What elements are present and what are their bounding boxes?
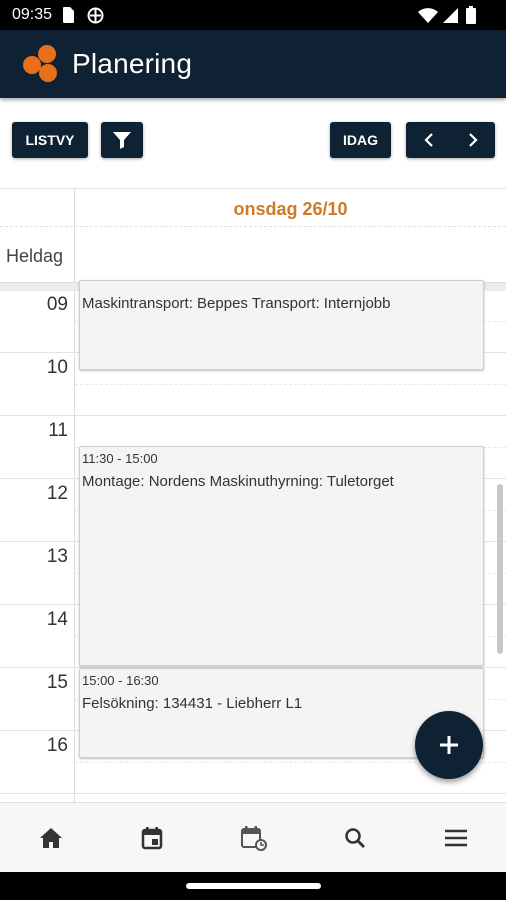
date-nav-group: [406, 122, 495, 158]
hour-label: 14: [46, 609, 68, 630]
app-bar: Planering: [0, 30, 506, 98]
hour-line: [0, 415, 506, 416]
day-header-row: onsdag 26/10: [0, 188, 506, 227]
event-title: Montage: Nordens Maskinuthyrning: Tuleto…: [82, 473, 394, 490]
chevron-left-icon: [423, 133, 433, 147]
all-day-row: Heldag: [0, 226, 506, 282]
vpn-icon: [87, 7, 104, 24]
add-event-button[interactable]: [415, 711, 483, 779]
app-logo: [23, 45, 57, 82]
list-view-button[interactable]: LISTVY: [12, 122, 88, 158]
hour-label: 09: [46, 294, 68, 315]
list-view-label: LISTVY: [25, 132, 75, 148]
nav-search[interactable]: [304, 803, 405, 873]
hour-label: 11: [48, 420, 68, 441]
event-time: 15:00 - 16:30: [82, 673, 159, 688]
filter-icon: [113, 132, 131, 149]
header-gutter: [0, 189, 75, 227]
calendar-today-icon: [141, 827, 162, 850]
day-calendar: onsdag 26/10 Heldag 09 10 11 12 13 14 15…: [0, 188, 506, 802]
battery-icon: [466, 6, 476, 24]
filter-button[interactable]: [101, 122, 143, 158]
system-navigation-bar: [0, 872, 506, 900]
event-title: Maskintransport: Beppes Transport: Inter…: [82, 295, 391, 312]
menu-icon: [444, 829, 467, 847]
today-label: IDAG: [343, 132, 378, 148]
calendar-event[interactable]: 11:30 - 15:00 Montage: Nordens Maskinuth…: [79, 446, 484, 666]
search-icon: [344, 828, 365, 848]
calendar-event[interactable]: Maskintransport: Beppes Transport: Inter…: [79, 280, 484, 370]
hour-label: 13: [46, 546, 68, 567]
chevron-right-icon: [468, 133, 478, 147]
page-title: Planering: [72, 48, 193, 79]
nav-calendar-sync[interactable]: [203, 803, 304, 873]
calendar-sync-icon: [240, 826, 267, 851]
scrollbar[interactable]: [497, 484, 503, 654]
next-day-button[interactable]: [451, 122, 495, 158]
hour-label: 15: [46, 672, 68, 693]
hour-label: 10: [46, 357, 68, 378]
nav-calendar[interactable]: [101, 803, 202, 873]
wifi-icon: [418, 8, 438, 23]
status-bar: 09:35: [0, 0, 506, 30]
status-time: 09:35: [12, 6, 53, 23]
sim-card-icon: [63, 7, 74, 23]
home-gesture-pill[interactable]: [186, 883, 321, 889]
day-label[interactable]: onsdag 26/10: [75, 199, 506, 220]
signal-icon: [443, 8, 458, 23]
hour-label: 12: [46, 483, 68, 504]
bottom-navigation: [0, 802, 506, 873]
hour-line: [0, 793, 506, 794]
event-time: 11:30 - 15:00: [82, 451, 158, 466]
all-day-label: Heldag: [6, 246, 64, 266]
event-title: Felsökning: 134431 - Liebherr L1: [82, 695, 303, 712]
hour-label: 16: [46, 735, 68, 756]
nav-menu[interactable]: [405, 803, 506, 873]
today-button[interactable]: IDAG: [330, 122, 391, 158]
half-hour-line: [75, 384, 506, 385]
nav-home[interactable]: [0, 803, 101, 873]
prev-day-button[interactable]: [407, 122, 451, 158]
home-icon: [39, 828, 62, 848]
plus-icon: [440, 736, 458, 754]
